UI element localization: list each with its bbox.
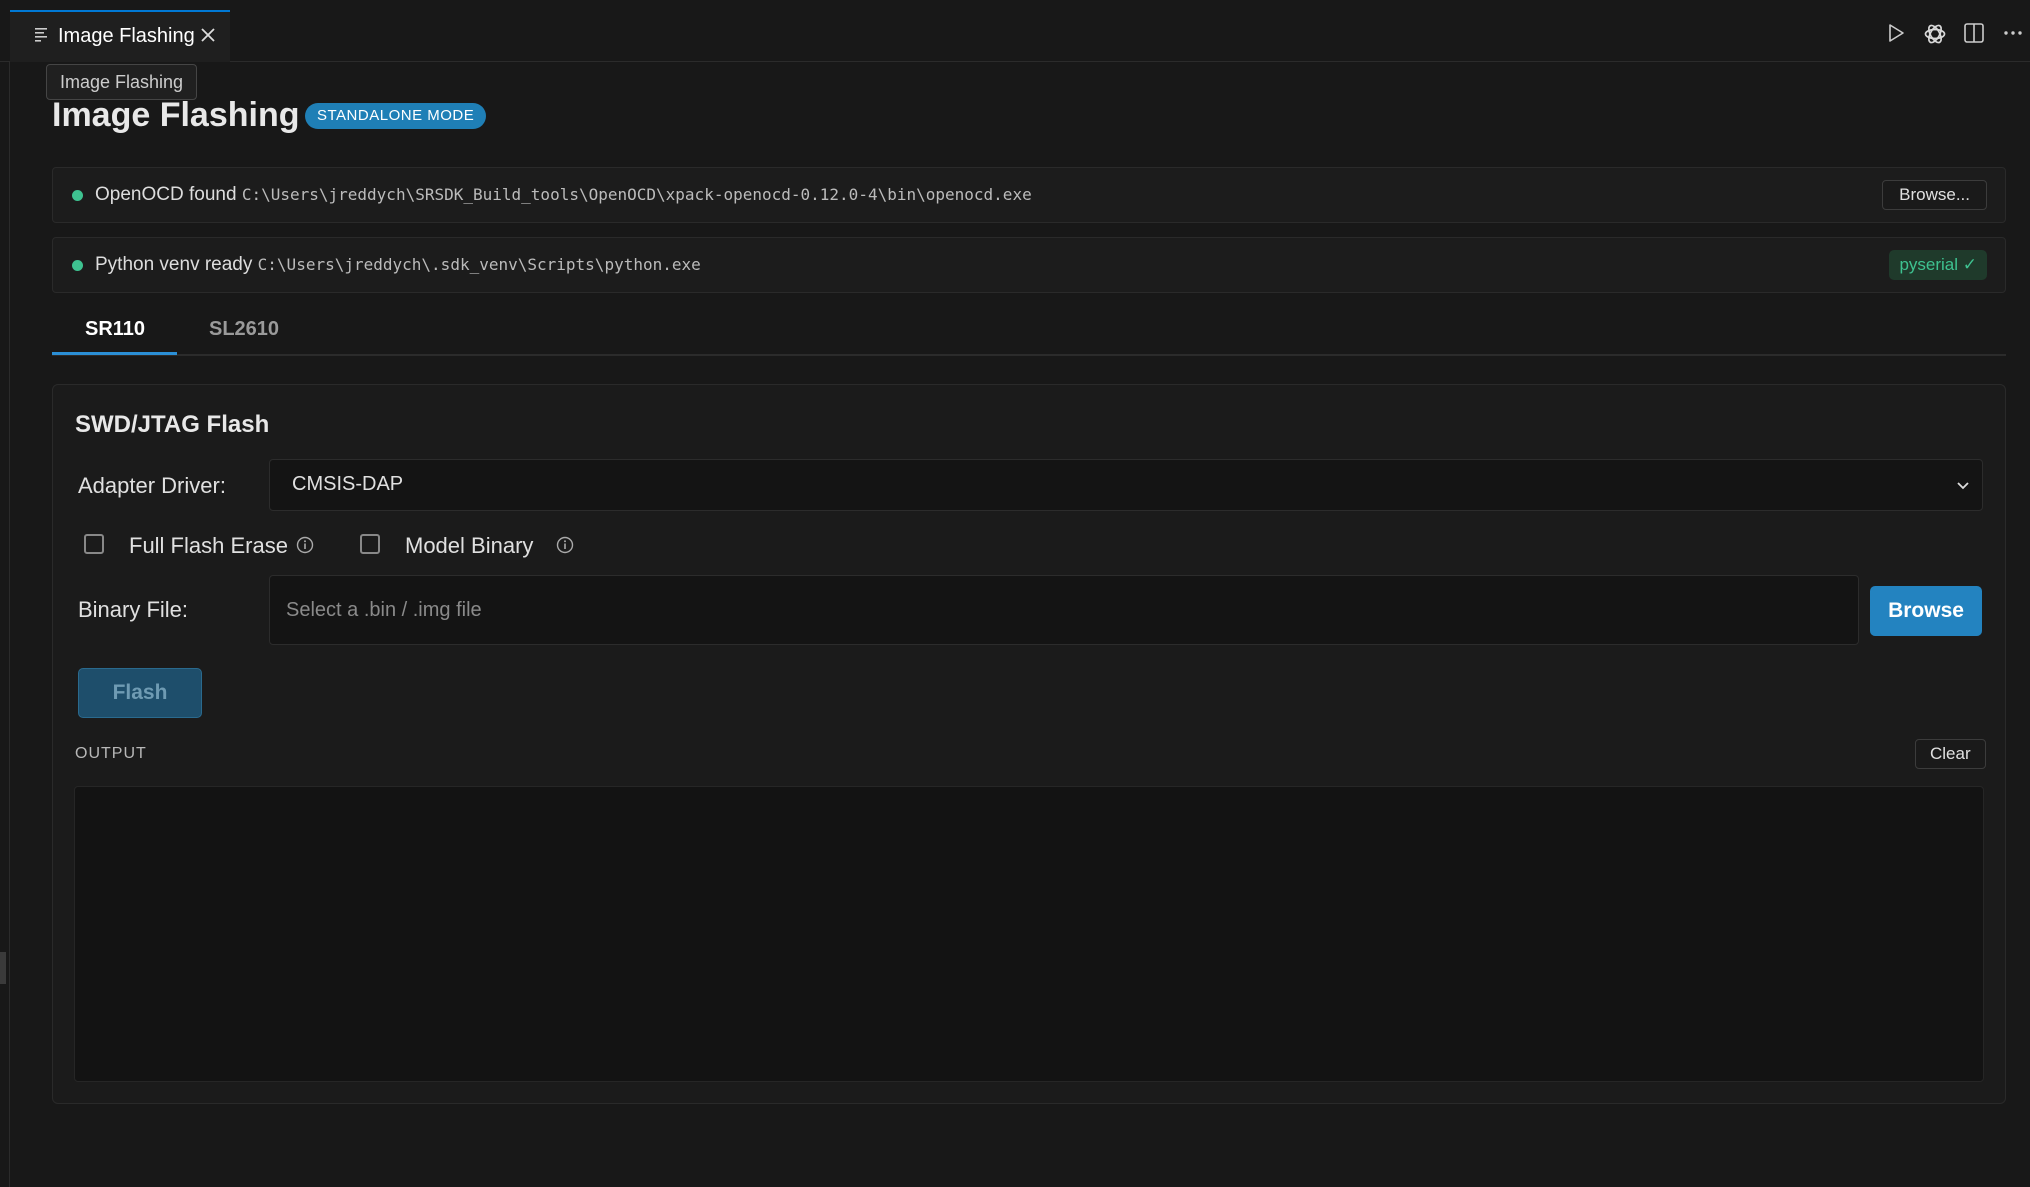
panel-title: SWD/JTAG Flash — [75, 411, 270, 438]
python-status-row: Python venv ready C:\Users\jreddych\.sdk… — [52, 237, 2006, 293]
binary-file-label: Binary File: — [78, 597, 189, 622]
flash-button[interactable]: Flash — [78, 668, 202, 718]
editor-tab-bar: Image Flashing — [0, 0, 2030, 62]
status-ok-dot — [72, 190, 83, 201]
editor-tab-image-flashing[interactable]: Image Flashing — [10, 10, 230, 62]
output-console[interactable] — [74, 786, 1984, 1082]
adapter-driver-label: Adapter Driver: — [78, 473, 226, 498]
split-editor-icon[interactable] — [1963, 22, 1985, 44]
info-icon[interactable] — [296, 536, 314, 554]
full-flash-erase-label: Full Flash Erase — [129, 533, 288, 558]
adapter-driver-value: CMSIS-DAP — [292, 473, 404, 495]
swd-jtag-panel: SWD/JTAG Flash Adapter Driver: CMSIS-DAP… — [52, 384, 2006, 1104]
close-icon[interactable] — [198, 25, 218, 45]
activity-strip — [0, 62, 10, 1187]
openocd-path: C:\Users\jreddych\SRSDK_Build_tools\Open… — [241, 185, 1032, 204]
info-icon[interactable] — [556, 536, 574, 554]
more-actions-icon[interactable] — [2002, 22, 2024, 44]
board-tabs: SR110 SL2610 — [52, 306, 2006, 356]
binary-file-input[interactable] — [269, 575, 1859, 645]
document-lines-icon — [35, 28, 47, 42]
tab-sl2610[interactable]: SL2610 — [209, 318, 279, 341]
chevron-down-icon — [1957, 482, 1969, 490]
openocd-browse-button[interactable]: Browse... — [1882, 180, 1987, 210]
openocd-status-row: OpenOCD found C:\Users\jreddych\SRSDK_Bu… — [52, 167, 2006, 223]
full-flash-erase-checkbox[interactable] — [84, 534, 104, 554]
standalone-mode-badge: STANDALONE MODE — [305, 103, 487, 129]
strip-marker — [0, 952, 6, 984]
model-binary-label: Model Binary — [405, 533, 534, 558]
page-title: Image Flashing — [52, 96, 300, 134]
editor-tab-label: Image Flashing — [58, 25, 195, 47]
binary-browse-button[interactable]: Browse — [1870, 586, 1982, 636]
pyserial-badge: pyserial ✓ — [1889, 250, 1987, 280]
python-path: C:\Users\jreddych\.sdk_venv\Scripts\pyth… — [257, 255, 701, 274]
output-label: OUTPUT — [75, 745, 147, 762]
clear-output-button[interactable]: Clear — [1915, 739, 1986, 769]
openocd-status-text: OpenOCD found C:\Users\jreddych\SRSDK_Bu… — [95, 184, 1032, 206]
model-binary-checkbox[interactable] — [360, 534, 380, 554]
openai-icon[interactable] — [1923, 22, 1947, 46]
tab-tooltip: Image Flashing — [46, 64, 198, 100]
run-icon[interactable] — [1885, 22, 1907, 44]
adapter-driver-select[interactable]: CMSIS-DAP — [269, 459, 1983, 511]
openocd-status-label: OpenOCD found — [95, 184, 237, 205]
status-ok-dot — [72, 260, 83, 271]
python-status-text: Python venv ready C:\Users\jreddych\.sdk… — [95, 254, 701, 276]
active-tab-indicator — [52, 352, 177, 355]
tab-sr110[interactable]: SR110 — [85, 318, 145, 341]
python-status-label: Python venv ready — [95, 254, 253, 275]
